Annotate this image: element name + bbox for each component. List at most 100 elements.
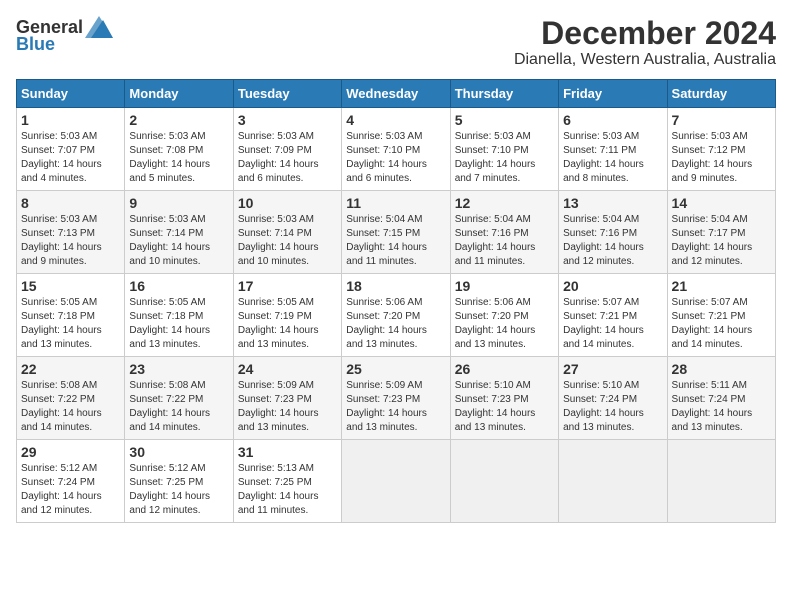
day-number: 27	[563, 361, 662, 377]
day-info: Sunrise: 5:10 AM Sunset: 7:24 PM Dayligh…	[563, 379, 662, 435]
calendar-cell: 13Sunrise: 5:04 AM Sunset: 7:16 PM Dayli…	[559, 191, 667, 274]
day-number: 18	[346, 278, 445, 294]
calendar-day-header: Sunday	[17, 80, 125, 108]
calendar-cell: 1 Sunrise: 5:03 AM Sunset: 7:07 PM Daylig…	[17, 108, 125, 191]
calendar-cell: 8 Sunrise: 5:03 AM Sunset: 7:13 PM Daylig…	[17, 191, 125, 274]
calendar-week-row: 8 Sunrise: 5:03 AM Sunset: 7:13 PM Daylig…	[17, 191, 776, 274]
calendar-header-row: SundayMondayTuesdayWednesdayThursdayFrid…	[17, 80, 776, 108]
day-number: 29	[21, 444, 120, 460]
day-info: Sunrise: 5:03 AM Sunset: 7:14 PM Dayligh…	[129, 213, 228, 269]
day-number: 14	[672, 195, 771, 211]
day-number: 28	[672, 361, 771, 377]
calendar-cell: 19 Sunrise: 5:06 AM Sunset: 7:20 PM Dayli…	[450, 274, 558, 357]
calendar-cell: 3Sunrise: 5:03 AM Sunset: 7:09 PM Daylig…	[233, 108, 341, 191]
calendar-cell: 30Sunrise: 5:12 AM Sunset: 7:25 PM Dayli…	[125, 440, 233, 523]
calendar-day-header: Saturday	[667, 80, 775, 108]
calendar-cell	[450, 440, 558, 523]
calendar-cell: 24 Sunrise: 5:09 AM Sunset: 7:23 PM Dayli…	[233, 357, 341, 440]
calendar-cell: 17 Sunrise: 5:05 AM Sunset: 7:19 PM Dayli…	[233, 274, 341, 357]
page-header: General Blue December 2024 Dianella, Wes…	[16, 16, 776, 69]
day-info: Sunrise: 5:03 AM Sunset: 7:14 PM Dayligh…	[238, 213, 337, 269]
day-number: 22	[21, 361, 120, 377]
calendar-cell	[667, 440, 775, 523]
day-info: Sunrise: 5:12 AM Sunset: 7:25 PM Dayligh…	[129, 462, 228, 518]
calendar-cell: 25 Sunrise: 5:09 AM Sunset: 7:23 PM Dayli…	[342, 357, 450, 440]
day-info: Sunrise: 5:05 AM Sunset: 7:19 PM Dayligh…	[238, 296, 337, 352]
day-number: 9	[129, 195, 228, 211]
day-info: Sunrise: 5:04 AM Sunset: 7:16 PM Dayligh…	[455, 213, 554, 269]
calendar-cell: 20 Sunrise: 5:07 AM Sunset: 7:21 PM Dayli…	[559, 274, 667, 357]
calendar-week-row: 22 Sunrise: 5:08 AM Sunset: 7:22 PM Dayli…	[17, 357, 776, 440]
day-info: Sunrise: 5:05 AM Sunset: 7:18 PM Dayligh…	[129, 296, 228, 352]
day-number: 17	[238, 278, 337, 294]
day-info: Sunrise: 5:08 AM Sunset: 7:22 PM Dayligh…	[129, 379, 228, 435]
day-info: Sunrise: 5:03 AM Sunset: 7:07 PM Dayligh…	[21, 130, 120, 186]
calendar-cell: 5 Sunrise: 5:03 AM Sunset: 7:10 PM Daylig…	[450, 108, 558, 191]
day-info: Sunrise: 5:03 AM Sunset: 7:10 PM Dayligh…	[455, 130, 554, 186]
logo-icon	[85, 16, 113, 38]
page-subtitle: Dianella, Western Australia, Australia	[514, 51, 776, 69]
calendar-cell: 15 Sunrise: 5:05 AM Sunset: 7:18 PM Dayli…	[17, 274, 125, 357]
calendar-cell: 28Sunrise: 5:11 AM Sunset: 7:24 PM Dayli…	[667, 357, 775, 440]
day-info: Sunrise: 5:06 AM Sunset: 7:20 PM Dayligh…	[346, 296, 445, 352]
day-number: 7	[672, 112, 771, 128]
day-info: Sunrise: 5:10 AM Sunset: 7:23 PM Dayligh…	[455, 379, 554, 435]
calendar-day-header: Tuesday	[233, 80, 341, 108]
day-number: 26	[455, 361, 554, 377]
day-info: Sunrise: 5:04 AM Sunset: 7:16 PM Dayligh…	[563, 213, 662, 269]
day-number: 8	[21, 195, 120, 211]
day-number: 21	[672, 278, 771, 294]
day-number: 12	[455, 195, 554, 211]
calendar-cell: 4 Sunrise: 5:03 AM Sunset: 7:10 PM Daylig…	[342, 108, 450, 191]
day-number: 19	[455, 278, 554, 294]
calendar-week-row: 29 Sunrise: 5:12 AM Sunset: 7:24 PM Dayli…	[17, 440, 776, 523]
calendar-day-header: Wednesday	[342, 80, 450, 108]
page-title: December 2024	[514, 16, 776, 51]
day-info: Sunrise: 5:05 AM Sunset: 7:18 PM Dayligh…	[21, 296, 120, 352]
day-number: 25	[346, 361, 445, 377]
calendar-cell	[559, 440, 667, 523]
day-info: Sunrise: 5:06 AM Sunset: 7:20 PM Dayligh…	[455, 296, 554, 352]
calendar-cell: 21 Sunrise: 5:07 AM Sunset: 7:21 PM Dayli…	[667, 274, 775, 357]
day-number: 20	[563, 278, 662, 294]
calendar-cell: 29 Sunrise: 5:12 AM Sunset: 7:24 PM Dayli…	[17, 440, 125, 523]
calendar-cell: 6Sunrise: 5:03 AM Sunset: 7:11 PM Daylig…	[559, 108, 667, 191]
day-number: 5	[455, 112, 554, 128]
day-number: 2	[129, 112, 228, 128]
day-number: 15	[21, 278, 120, 294]
calendar-day-header: Thursday	[450, 80, 558, 108]
calendar-cell: 27 Sunrise: 5:10 AM Sunset: 7:24 PM Dayli…	[559, 357, 667, 440]
calendar-cell: 2 Sunrise: 5:03 AM Sunset: 7:08 PM Daylig…	[125, 108, 233, 191]
day-info: Sunrise: 5:13 AM Sunset: 7:25 PM Dayligh…	[238, 462, 337, 518]
day-info: Sunrise: 5:12 AM Sunset: 7:24 PM Dayligh…	[21, 462, 120, 518]
calendar-day-header: Monday	[125, 80, 233, 108]
day-number: 24	[238, 361, 337, 377]
day-number: 3	[238, 112, 337, 128]
day-info: Sunrise: 5:04 AM Sunset: 7:17 PM Dayligh…	[672, 213, 771, 269]
day-number: 23	[129, 361, 228, 377]
day-info: Sunrise: 5:07 AM Sunset: 7:21 PM Dayligh…	[563, 296, 662, 352]
calendar-cell: 23 Sunrise: 5:08 AM Sunset: 7:22 PM Dayli…	[125, 357, 233, 440]
calendar-cell: 12 Sunrise: 5:04 AM Sunset: 7:16 PM Dayli…	[450, 191, 558, 274]
day-number: 1	[21, 112, 120, 128]
calendar-table: SundayMondayTuesdayWednesdayThursdayFrid…	[16, 79, 776, 523]
calendar-cell: 7Sunrise: 5:03 AM Sunset: 7:12 PM Daylig…	[667, 108, 775, 191]
calendar-cell: 11Sunrise: 5:04 AM Sunset: 7:15 PM Dayli…	[342, 191, 450, 274]
day-info: Sunrise: 5:03 AM Sunset: 7:13 PM Dayligh…	[21, 213, 120, 269]
day-info: Sunrise: 5:03 AM Sunset: 7:10 PM Dayligh…	[346, 130, 445, 186]
day-number: 4	[346, 112, 445, 128]
day-info: Sunrise: 5:03 AM Sunset: 7:08 PM Dayligh…	[129, 130, 228, 186]
calendar-day-header: Friday	[559, 80, 667, 108]
title-block: December 2024 Dianella, Western Australi…	[514, 16, 776, 69]
day-number: 11	[346, 195, 445, 211]
day-info: Sunrise: 5:07 AM Sunset: 7:21 PM Dayligh…	[672, 296, 771, 352]
day-number: 16	[129, 278, 228, 294]
calendar-cell: 10 Sunrise: 5:03 AM Sunset: 7:14 PM Dayli…	[233, 191, 341, 274]
day-info: Sunrise: 5:09 AM Sunset: 7:23 PM Dayligh…	[346, 379, 445, 435]
day-number: 6	[563, 112, 662, 128]
calendar-cell: 9 Sunrise: 5:03 AM Sunset: 7:14 PM Daylig…	[125, 191, 233, 274]
day-info: Sunrise: 5:09 AM Sunset: 7:23 PM Dayligh…	[238, 379, 337, 435]
calendar-week-row: 1 Sunrise: 5:03 AM Sunset: 7:07 PM Daylig…	[17, 108, 776, 191]
calendar-week-row: 15 Sunrise: 5:05 AM Sunset: 7:18 PM Dayli…	[17, 274, 776, 357]
day-number: 10	[238, 195, 337, 211]
